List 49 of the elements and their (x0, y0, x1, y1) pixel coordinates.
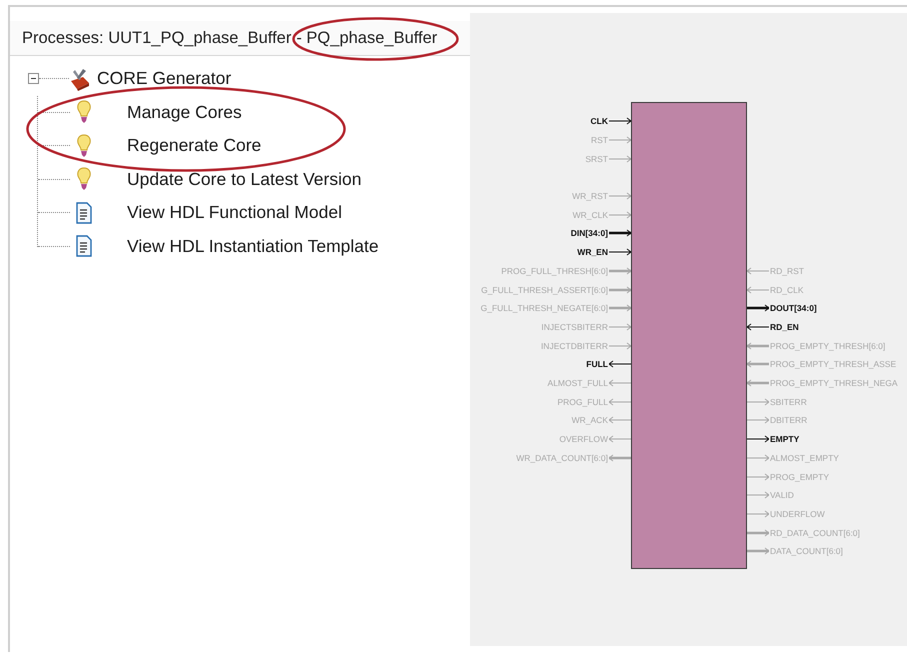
pin-label: WR_ACK (570, 415, 609, 426)
pin-label: UNDERFLOW (769, 508, 826, 519)
pin-label: G_FULL_THRESH_ASSERT[6:0] (480, 284, 609, 295)
pin-label: OVERFLOW (558, 434, 609, 444)
pin-label: RD_RST (769, 266, 806, 276)
pin-label: PROG_FULL_THRESH[6:0] (500, 266, 609, 276)
pin-label: WR_DATA_COUNT[6:0] (515, 452, 609, 463)
panel-title: Processes: UUT1_PQ_phase_Buffer (22, 28, 292, 48)
pin-label: G_FULL_THRESH_NEGATE[6:0] (480, 303, 609, 314)
pin-label: RST (590, 135, 609, 146)
pin-label: PROG_EMPTY_THRESH_NEGA (769, 378, 899, 388)
pin-label: DIN[34:0] (570, 228, 609, 238)
lightbulb-icon (76, 100, 92, 124)
pin-label: WR_CLK (572, 210, 609, 220)
pin-label: CLK (590, 116, 609, 126)
document-icon (76, 235, 92, 258)
tree-item[interactable]: Update Core to Latest Version (127, 168, 362, 190)
pin-label: DOUT[34:0] (769, 303, 818, 314)
tree-item[interactable]: Manage Cores (127, 102, 242, 123)
pin-label: DBITERR (769, 415, 808, 426)
pin-label: PROG_EMPTY (769, 472, 830, 482)
tree-item[interactable]: CORE Generator (97, 68, 232, 90)
pin-label: ALMOST_FULL (546, 378, 609, 388)
panel-title: - PQ_phase_Buffer (296, 28, 438, 48)
pin-label: WR_EN (576, 247, 609, 258)
pin-label: RD_EN (769, 322, 800, 332)
pin-label: PROG_EMPTY_THRESH[6:0] (769, 340, 886, 351)
lightbulb-icon (76, 134, 92, 158)
collapse-icon[interactable] (28, 73, 39, 84)
pin-label: DATA_COUNT[6:0] (769, 546, 844, 556)
tree-item[interactable]: View HDL Functional Model (127, 202, 342, 224)
pin-label: SBITERR (769, 396, 808, 407)
document-icon (76, 202, 92, 224)
pin-label: RD_CLK (769, 284, 805, 295)
pin-label: INJECTSBITERR (540, 322, 609, 332)
tree-item[interactable]: View HDL Instantiation Template (127, 236, 379, 257)
pin-label: FULL (585, 359, 609, 370)
pin-label: RD_DATA_COUNT[6:0] (769, 528, 861, 538)
pin-label: PROG_EMPTY_THRESH_ASSE (769, 359, 898, 370)
toolbox-icon (69, 66, 91, 91)
pin-label: VALID (769, 490, 795, 500)
pin-label: WR_RST (571, 191, 609, 202)
pin-label: EMPTY (769, 434, 800, 444)
pin-label: ALMOST_EMPTY (769, 452, 840, 463)
pin-label: PROG_FULL (556, 396, 609, 407)
tree-item[interactable]: Regenerate Core (127, 135, 262, 156)
lightbulb-icon (76, 167, 92, 192)
pin-label: INJECTDBITERR (540, 340, 609, 351)
pin-label: SRST (584, 154, 609, 164)
